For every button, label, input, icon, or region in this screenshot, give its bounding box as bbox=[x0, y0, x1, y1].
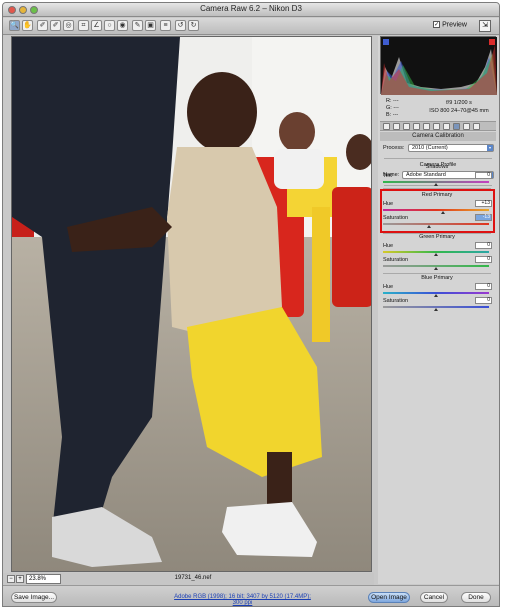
crop-tool-icon[interactable]: ⌗ bbox=[78, 20, 89, 31]
blue-saturation-value[interactable]: 0 bbox=[475, 297, 492, 304]
green-saturation-value[interactable]: 0 bbox=[475, 256, 492, 263]
zoom-in-button[interactable]: + bbox=[16, 575, 24, 583]
green-saturation-label: Saturation bbox=[383, 257, 409, 263]
green-saturation-thumb[interactable] bbox=[434, 267, 438, 270]
rotate-cw-icon[interactable]: ↻ bbox=[188, 20, 199, 31]
cancel-button[interactable]: Cancel bbox=[420, 592, 448, 603]
done-button[interactable]: Done bbox=[461, 592, 491, 603]
preferences-icon[interactable]: ≡ bbox=[160, 20, 171, 31]
calibration-sliders: Shadows Tint 0 Red Primary Hue +13 Satur… bbox=[377, 35, 498, 435]
blue-hue-value[interactable]: 0 bbox=[475, 283, 492, 290]
green-primary-title: Green Primary bbox=[419, 234, 455, 240]
workflow-options-link[interactable]: Adobe RGB (1998); 16 bit; 3407 by 5120 (… bbox=[170, 594, 315, 606]
color-sampler-tool-icon[interactable]: ✐ bbox=[50, 20, 61, 31]
green-hue-label: Hue bbox=[383, 243, 394, 249]
preview-toggle[interactable]: ✓ Preview bbox=[433, 21, 467, 28]
zoom-out-button[interactable]: − bbox=[7, 575, 15, 583]
open-image-button[interactable]: Open Image bbox=[368, 592, 410, 603]
white-balance-tool-icon[interactable]: ✐ bbox=[37, 20, 48, 31]
zoom-bar: − + 23.8% 19731_46.nef bbox=[3, 573, 374, 585]
save-image-button[interactable]: Save Image... bbox=[11, 592, 57, 603]
tool-bar: 🔍 ✋ ✐ ✐ ◎ ⌗ ∠ ○ ◉ ✎ ▣ ≡ ↺ ↻ ✓ Preview ⇲ bbox=[3, 18, 499, 35]
zoom-tool-icon[interactable]: 🔍 bbox=[9, 20, 20, 31]
straighten-tool-icon[interactable]: ∠ bbox=[91, 20, 102, 31]
green-hue-thumb[interactable] bbox=[434, 253, 438, 256]
shadows-tint-thumb[interactable] bbox=[434, 183, 438, 186]
shadows-title: Shadows bbox=[425, 164, 449, 170]
green-hue-value[interactable]: 0 bbox=[475, 242, 492, 249]
blue-hue-label: Hue bbox=[383, 284, 394, 290]
graduated-filter-icon[interactable]: ▣ bbox=[145, 20, 156, 31]
fullscreen-button[interactable]: ⇲ bbox=[479, 20, 491, 32]
spot-removal-tool-icon[interactable]: ○ bbox=[104, 20, 115, 31]
image-preview[interactable] bbox=[11, 36, 372, 572]
title-bar: Camera Raw 6.2 – Nikon D3 bbox=[3, 3, 499, 17]
hand-tool-icon[interactable]: ✋ bbox=[22, 20, 33, 31]
blue-saturation-label: Saturation bbox=[383, 298, 409, 304]
targeted-adjustment-tool-icon[interactable]: ◎ bbox=[63, 20, 74, 31]
blue-saturation-thumb[interactable] bbox=[434, 308, 438, 311]
divider bbox=[383, 273, 491, 274]
rotate-ccw-icon[interactable]: ↺ bbox=[175, 20, 186, 31]
blue-hue-thumb[interactable] bbox=[434, 294, 438, 297]
photo-canvas bbox=[12, 37, 371, 571]
preview-checkbox[interactable]: ✓ bbox=[433, 21, 441, 28]
shadows-tint-label: Tint bbox=[383, 173, 392, 179]
window-title: Camera Raw 6.2 – Nikon D3 bbox=[200, 4, 302, 13]
shadows-tint-value[interactable]: 0 bbox=[475, 172, 492, 179]
red-eye-tool-icon[interactable]: ◉ bbox=[117, 20, 128, 31]
adjustment-brush-icon[interactable]: ✎ bbox=[132, 20, 143, 31]
file-name: 19731_46.nef bbox=[174, 575, 212, 581]
preview-label: Preview bbox=[442, 21, 467, 29]
dialog-footer: Save Image... Adobe RGB (1998); 16 bit; … bbox=[3, 585, 499, 606]
red-primary-highlight-box bbox=[380, 189, 495, 233]
zoom-level-select[interactable]: 23.8% bbox=[26, 574, 61, 584]
blue-primary-title: Blue Primary bbox=[421, 275, 453, 281]
